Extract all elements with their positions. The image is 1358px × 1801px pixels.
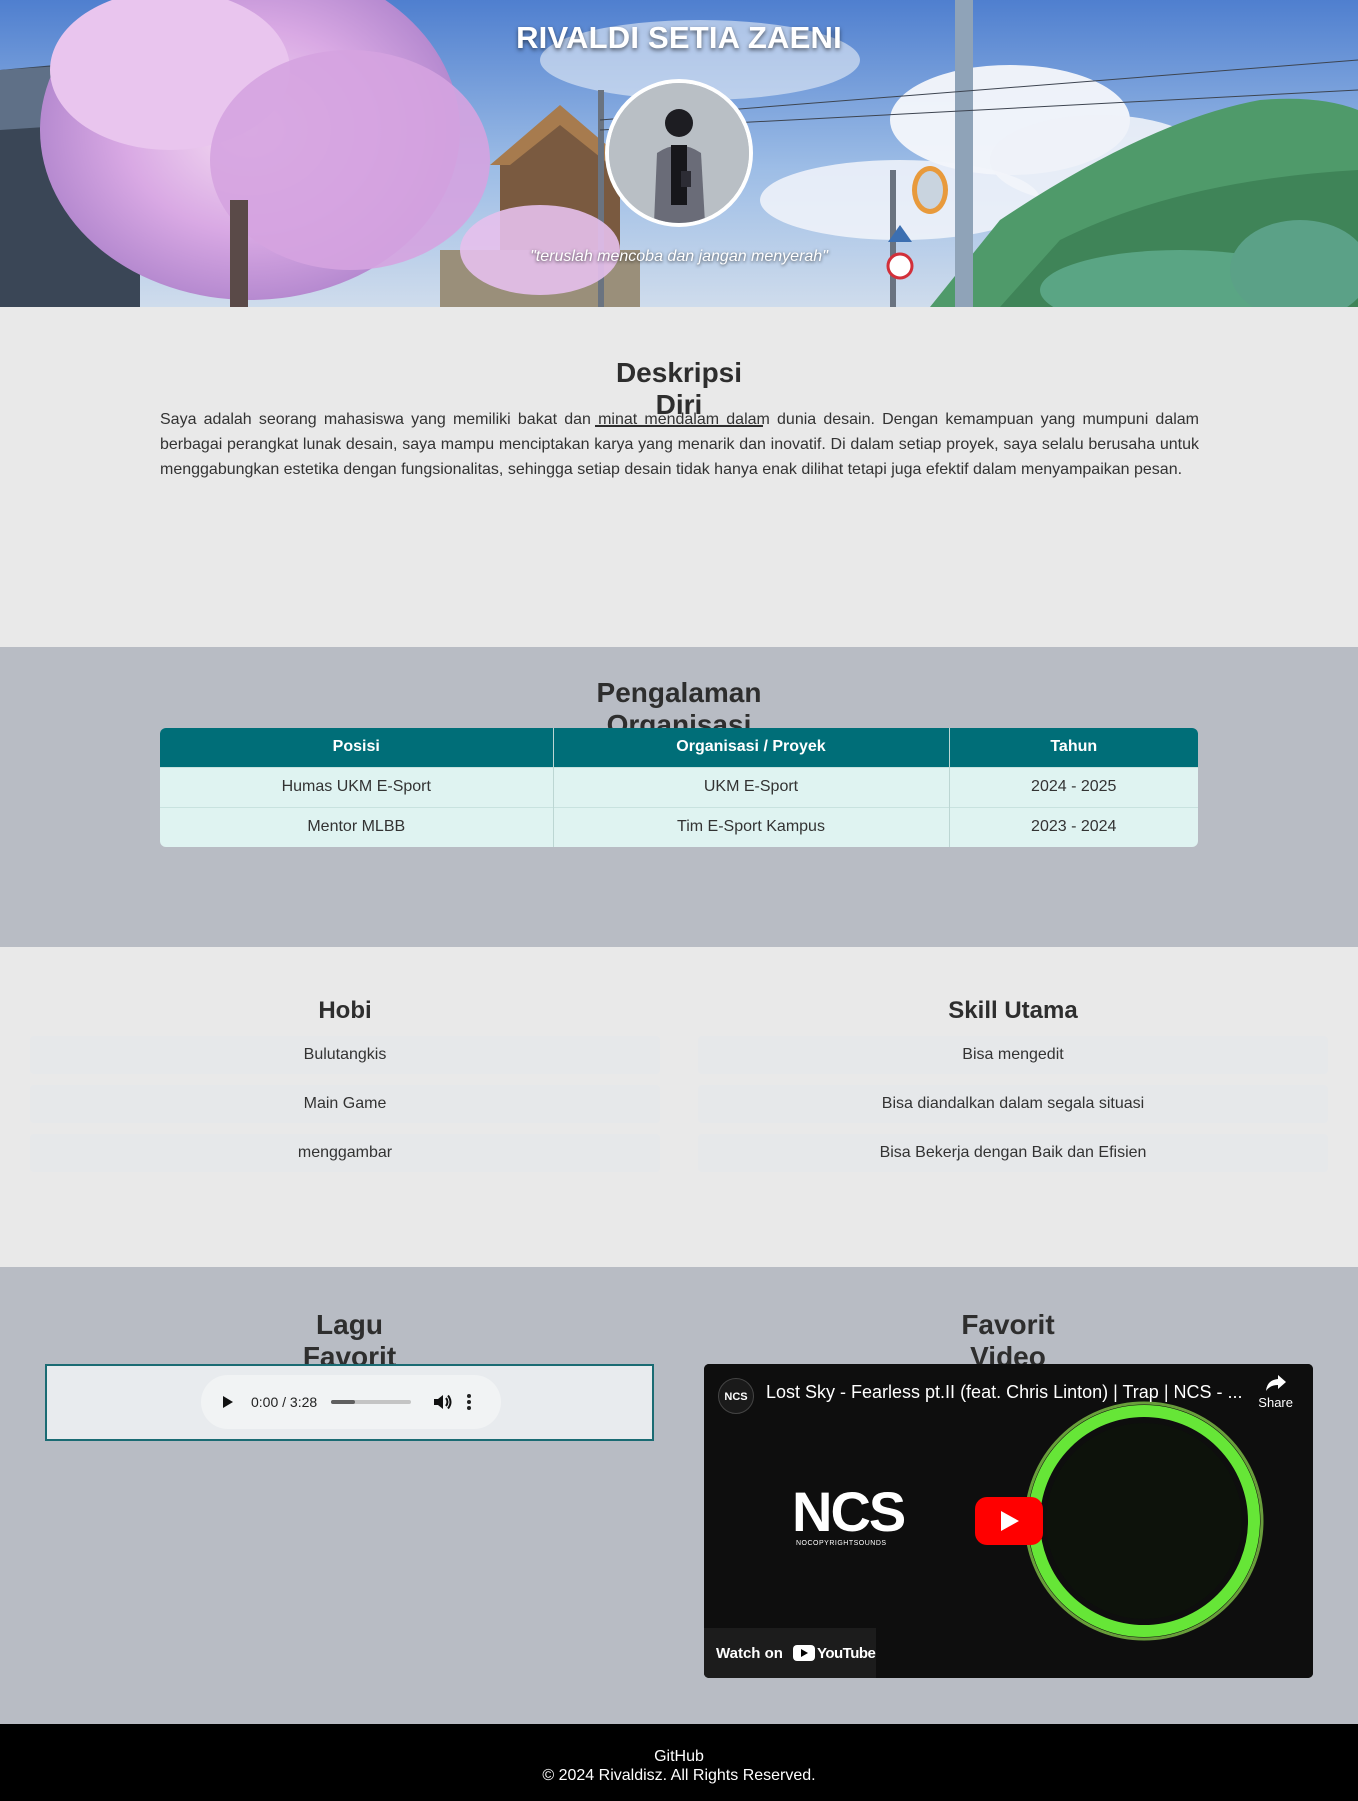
ncs-subtitle: NOCOPYRIGHTSOUNDS: [796, 1540, 887, 1547]
table-cell: Tim E-Sport Kampus: [552, 806, 949, 847]
table-cell: Mentor MLBB: [160, 806, 553, 847]
audio-progress: [331, 1400, 356, 1404]
organization-table: Posisi Organisasi / Proyek Tahun Humas U…: [160, 728, 1198, 847]
about-text: Saya adalah seorang mahasiswa yang memil…: [160, 411, 1199, 478]
youtube-play-button[interactable]: [975, 1497, 1043, 1545]
hobi-skill-section: Hobi Bulutangkis Main Game menggambar Sk…: [0, 947, 1358, 1267]
audio-container: 0:00 / 3:28: [45, 1364, 654, 1441]
hobi-item: menggambar: [30, 1134, 660, 1172]
watch-on-youtube[interactable]: Watch on YouTube: [704, 1628, 876, 1678]
table-row: Humas UKM E-Sport UKM E-Sport 2024 - 202…: [160, 766, 1198, 807]
organization-section: Pengalaman Organisasi Posisi Organisasi …: [0, 647, 1358, 947]
column-header-organisasi: Organisasi / Proyek: [552, 728, 949, 767]
skill-item: Bisa Bekerja dengan Baik dan Efisien: [698, 1134, 1328, 1172]
table-row: Mentor MLBB Tim E-Sport Kampus 2023 - 20…: [160, 806, 1198, 847]
column-header-posisi: Posisi: [160, 728, 553, 767]
audio-player[interactable]: 0:00 / 3:28: [201, 1375, 501, 1429]
profile-name: RIVALDI SETIA ZAENI: [516, 20, 842, 55]
avatar-photo: [609, 83, 749, 223]
profile-avatar: [605, 79, 753, 227]
about-section: Deskripsi Diri Saya adalah seorang mahas…: [0, 307, 1358, 647]
channel-logo[interactable]: NCS: [718, 1378, 754, 1414]
media-section: Lagu Favorit 0:00 / 3:28 Favorit Video N…: [0, 1267, 1358, 1724]
hobi-item: Main Game: [30, 1085, 660, 1123]
github-link[interactable]: GitHub: [0, 1748, 1358, 1766]
skill-item: Bisa diandalkan dalam segala situasi: [698, 1085, 1328, 1123]
table-cell: Humas UKM E-Sport: [160, 766, 553, 807]
youtube-embed[interactable]: NCS Lost Sky - Fearless pt.II (feat. Chr…: [704, 1364, 1313, 1678]
table-cell: UKM E-Sport: [552, 766, 949, 807]
play-icon[interactable]: [223, 1396, 233, 1408]
column-header-tahun: Tahun: [948, 728, 1198, 767]
profile-quote: "teruslah mencoba dan jangan menyerah": [530, 248, 828, 265]
table-cell: 2023 - 2024: [948, 806, 1198, 847]
share-label: Share: [1258, 1395, 1293, 1410]
share-button[interactable]: Share: [1258, 1374, 1293, 1410]
ncs-logo: NCS: [792, 1480, 906, 1543]
table-cell: 2024 - 2025: [948, 766, 1198, 807]
skill-item: Bisa mengedit: [698, 1036, 1328, 1074]
more-options-icon[interactable]: [467, 1394, 472, 1410]
footer: GitHub © 2024 Rivaldisz. All Rights Rese…: [0, 1724, 1358, 1801]
hero-header: RIVALDI SETIA ZAENI "teruslah mencoba da…: [0, 0, 1358, 307]
watch-on-label: Watch on: [716, 1644, 783, 1662]
skill-title: Skill Utama: [948, 997, 1078, 1024]
youtube-logo-icon: YouTube: [792, 1644, 876, 1662]
audio-seek-bar[interactable]: [331, 1400, 412, 1404]
youtube-wordmark: YouTube: [816, 1644, 876, 1662]
video-title[interactable]: Lost Sky - Fearless pt.II (feat. Chris L…: [766, 1382, 1243, 1403]
hobi-item: Bulutangkis: [30, 1036, 660, 1074]
volume-icon[interactable]: [433, 1394, 453, 1410]
copyright-text: © 2024 Rivaldisz. All Rights Reserved.: [542, 1767, 816, 1784]
hobi-title: Hobi: [318, 997, 372, 1024]
audio-time: 0:00 / 3:28: [251, 1394, 318, 1410]
table-header-row: Posisi Organisasi / Proyek Tahun: [160, 728, 1198, 767]
share-icon: [1265, 1375, 1286, 1391]
